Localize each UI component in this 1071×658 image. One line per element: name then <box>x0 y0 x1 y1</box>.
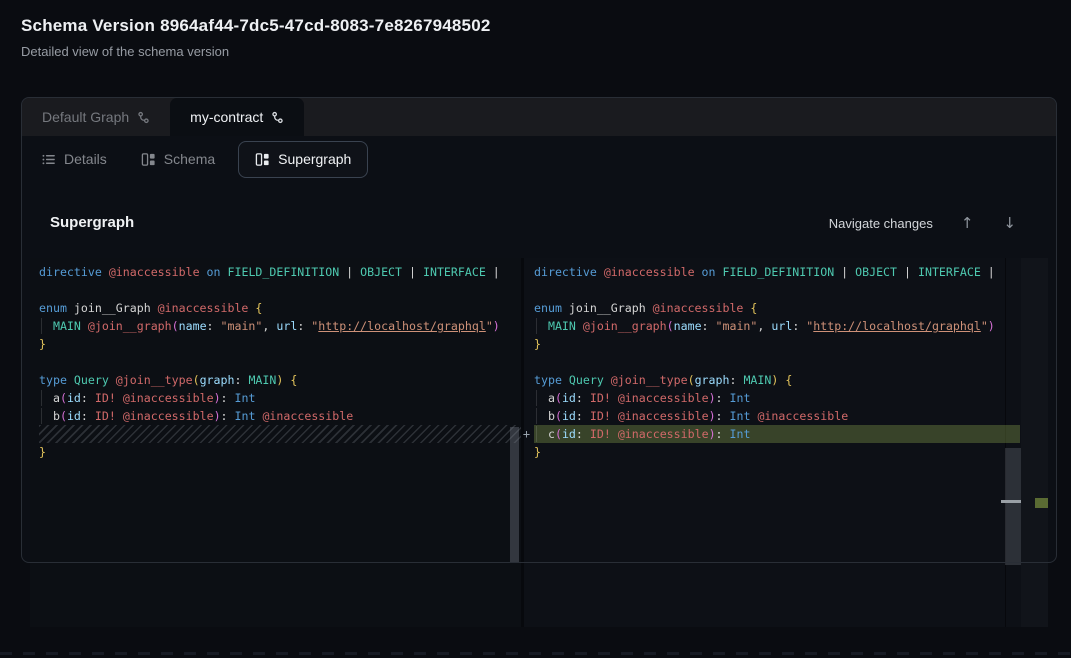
left-pane-scrollbar[interactable] <box>510 427 519 563</box>
panel-title: Supergraph <box>50 214 134 231</box>
graph-tab-bar: Default Graph my-contract <box>22 98 1056 136</box>
view-tab-bar: Details Schema Supergraph <box>21 138 1056 180</box>
right-pane-scrollbar[interactable] <box>1005 448 1021 565</box>
navigate-changes-label: Navigate changes <box>829 216 933 231</box>
code-line: MAIN @join__graph(name: "main", url: "ht… <box>30 317 521 335</box>
diff-modified-pane[interactable]: directive @inaccessible on FIELD_DEFINIT… <box>524 258 1020 627</box>
page-title: Schema Version 8964af44-7dc5-47cd-8083-7… <box>21 16 491 36</box>
code-line: type Query @join__type(graph: MAIN) { <box>524 371 1020 389</box>
code-line: } <box>524 443 1020 461</box>
code-line: a(id: ID! @inaccessible): Int <box>524 389 1020 407</box>
tab-label: Schema <box>164 151 215 167</box>
code-line: MAIN @join__graph(name: "main", url: "ht… <box>524 317 1020 335</box>
diff-placeholder-line <box>39 425 521 443</box>
code-line <box>524 281 1020 299</box>
added-change-overview-mark <box>1035 498 1048 508</box>
code-line <box>30 353 521 371</box>
code-line: a(id: ID! @inaccessible): Int <box>30 389 521 407</box>
code-line: b(id: ID! @inaccessible): Int @inaccessi… <box>524 407 1020 425</box>
code-line: directive @inaccessible on FIELD_DEFINIT… <box>524 263 1020 281</box>
tab-label: Supergraph <box>278 151 351 167</box>
code-line: } <box>524 335 1020 353</box>
tab-label: Details <box>64 151 107 167</box>
split-panels-icon <box>255 152 270 167</box>
list-icon <box>41 152 56 167</box>
tab-default-graph[interactable]: Default Graph <box>22 98 170 136</box>
code-line: directive @inaccessible on FIELD_DEFINIT… <box>30 263 521 281</box>
navigate-down-button[interactable]: ↓ <box>995 212 1024 234</box>
scroll-position-marker <box>1001 500 1021 503</box>
tab-my-contract[interactable]: my-contract <box>170 98 304 136</box>
bottom-dashed-divider <box>0 652 1071 655</box>
tab-schema[interactable]: Schema <box>124 141 232 178</box>
code-line: } <box>30 443 521 461</box>
split-panels-icon <box>141 152 156 167</box>
tab-supergraph[interactable]: Supergraph <box>238 141 368 178</box>
code-line: type Query @join__type(graph: MAIN) { <box>30 371 521 389</box>
navigate-up-button[interactable]: ↑ <box>953 212 982 234</box>
code-line: enum join__Graph @inaccessible { <box>30 299 521 317</box>
code-line: b(id: ID! @inaccessible): Int @inaccessi… <box>30 407 521 425</box>
navigate-changes-controls: Navigate changes ↑ ↓ <box>829 212 1024 234</box>
tab-label: my-contract <box>190 109 263 125</box>
added-line-marker: + <box>519 425 534 443</box>
branch-icon <box>271 111 284 124</box>
overview-ruler <box>1021 258 1048 627</box>
tab-label: Default Graph <box>42 109 129 125</box>
code-line: } <box>30 335 521 353</box>
down-arrow-icon: ↓ <box>1003 214 1016 232</box>
code-line <box>524 353 1020 371</box>
diff-added-line: c(id: ID! @inaccessible): Int <box>534 425 1020 443</box>
up-arrow-icon: ↑ <box>961 214 974 232</box>
branch-icon <box>137 111 150 124</box>
tab-details[interactable]: Details <box>24 141 124 178</box>
diff-original-pane[interactable]: directive @inaccessible on FIELD_DEFINIT… <box>30 258 521 627</box>
code-line: enum join__Graph @inaccessible { <box>524 299 1020 317</box>
code-line <box>30 281 521 299</box>
page-subtitle: Detailed view of the schema version <box>21 44 229 59</box>
